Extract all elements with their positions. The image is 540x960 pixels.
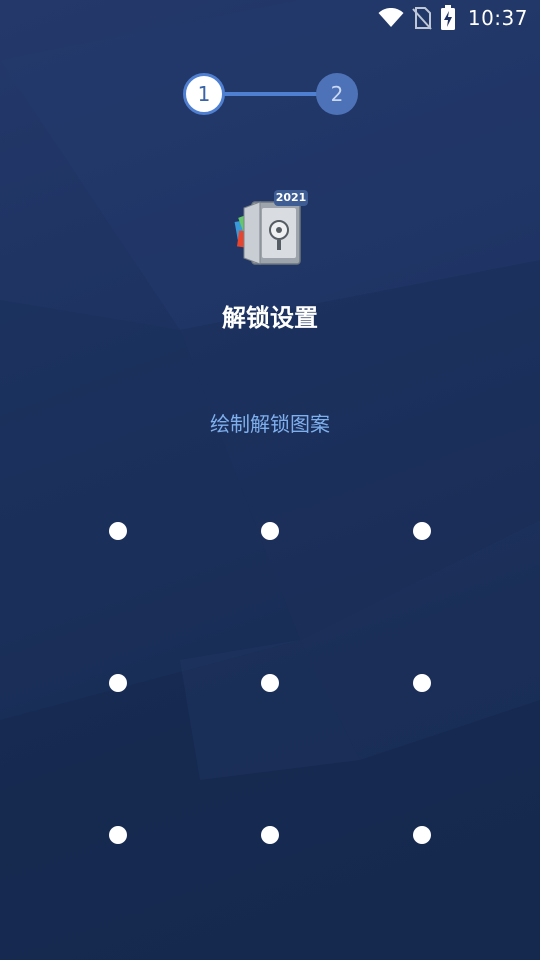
pattern-node-1[interactable] <box>42 455 194 607</box>
pattern-node-4[interactable] <box>42 607 194 759</box>
pattern-dot <box>109 674 127 692</box>
pattern-dot <box>109 522 127 540</box>
pattern-node-7[interactable] <box>42 759 194 911</box>
setup-stepper: 1 2 <box>183 73 358 115</box>
pattern-dot <box>261 826 279 844</box>
pattern-instruction: 绘制解锁图案 <box>210 412 330 436</box>
pattern-dot <box>261 522 279 540</box>
pattern-node-3[interactable] <box>346 455 498 607</box>
pattern-dot <box>261 674 279 692</box>
pattern-dot <box>413 522 431 540</box>
pattern-dot <box>109 826 127 844</box>
pattern-node-2[interactable] <box>194 455 346 607</box>
pattern-node-9[interactable] <box>346 759 498 911</box>
page-title: 解锁设置 <box>222 304 318 332</box>
app-icon-badge: 2021 <box>275 191 307 204</box>
step-2-indicator: 2 <box>316 73 358 115</box>
stepper-connector <box>223 92 319 96</box>
status-time: 10:37 <box>467 6 528 30</box>
battery-charging-icon <box>440 5 456 31</box>
vault-app-icon: 2021 <box>234 190 310 268</box>
status-bar: 10:37 <box>0 0 540 36</box>
pattern-dot <box>413 674 431 692</box>
pattern-node-5[interactable] <box>194 607 346 759</box>
pattern-node-6[interactable] <box>346 607 498 759</box>
pattern-dot <box>413 826 431 844</box>
wifi-icon <box>378 8 404 28</box>
no-sim-icon <box>412 6 432 30</box>
pattern-lock-grid[interactable] <box>42 455 498 911</box>
pattern-node-8[interactable] <box>194 759 346 911</box>
step-1-indicator: 1 <box>183 73 225 115</box>
